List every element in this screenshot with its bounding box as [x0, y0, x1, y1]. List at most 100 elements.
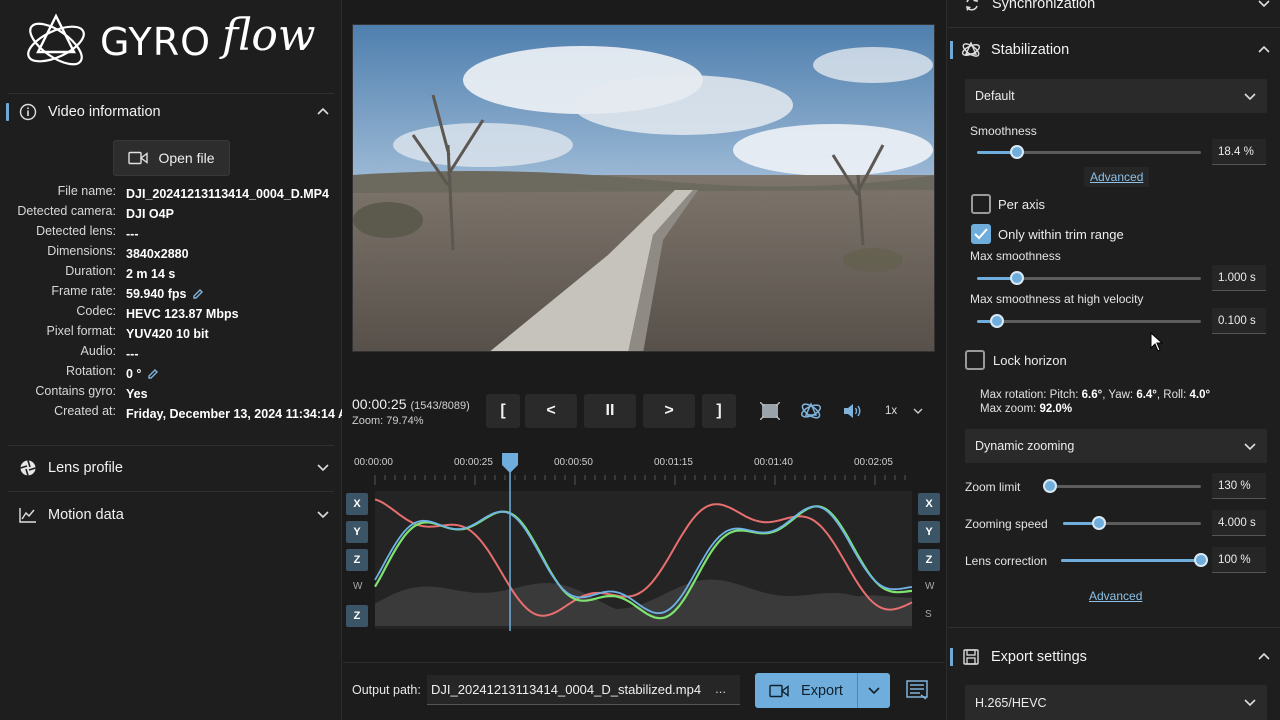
slider-handle[interactable]: [1010, 271, 1025, 285]
output-path-field[interactable]: DJI_20241213113414_0004_D_stabilized.mp4…: [427, 675, 740, 705]
info-value-text: 2 m 14 s: [126, 267, 176, 281]
smoothness-value[interactable]: 18.4 %: [1212, 139, 1266, 165]
gyroflow-logo: GYRO flow: [22, 6, 332, 76]
render-queue-icon[interactable]: [906, 680, 928, 703]
info-value: DJI O4P: [126, 204, 342, 224]
axis-toggle-y[interactable]: Y: [918, 521, 940, 543]
slider-handle[interactable]: [1010, 145, 1025, 159]
chevron-up-icon[interactable]: [1257, 649, 1271, 667]
chevron-down-icon: [868, 686, 880, 694]
export-button[interactable]: Export: [755, 673, 857, 708]
zoom-limit-value[interactable]: 130 %: [1212, 473, 1266, 499]
stabilization-method-select[interactable]: Default: [965, 79, 1267, 113]
trim-start-button[interactable]: [: [486, 394, 520, 428]
max-smoothness-slider[interactable]: [977, 271, 1201, 287]
edit-pencil-icon[interactable]: [147, 368, 159, 380]
export-label: Export: [801, 682, 843, 699]
timeline-tick-label: 00:00:25: [454, 457, 493, 468]
info-row: Pixel format: YUV420 10 bit: [0, 324, 342, 344]
section-title: Export settings: [991, 649, 1087, 665]
axis-toggle-z[interactable]: Z: [918, 549, 940, 571]
timeline-tick-label: 00:00:00: [354, 457, 393, 468]
axis-toggle-w: W: [925, 581, 935, 592]
section-lens-profile[interactable]: Lens profile: [0, 448, 342, 488]
info-row: Rotation: 0 °: [0, 364, 342, 384]
max-smoothness-hv-value[interactable]: 0.100 s: [1212, 308, 1266, 334]
slider-handle[interactable]: [1042, 479, 1057, 493]
zooming-speed-value[interactable]: 4.000 s: [1212, 510, 1266, 536]
info-value-text: HEVC 123.87 Mbps: [126, 307, 239, 321]
info-key: Frame rate:: [51, 284, 116, 298]
logo-icon: [27, 13, 85, 66]
chevron-down-icon[interactable]: [316, 507, 330, 525]
section-motion-data[interactable]: Motion data: [0, 495, 342, 535]
next-frame-button[interactable]: >: [643, 394, 695, 428]
info-value: Yes: [126, 384, 342, 404]
advanced-link[interactable]: Advanced: [1084, 167, 1150, 187]
axis-toggle-z[interactable]: Z: [346, 605, 368, 627]
timeline[interactable]: 00:00:00 00:00:25 00:00:50 00:01:15 00:01:40…: [343, 441, 945, 641]
trim-range-checkbox[interactable]: [971, 224, 991, 244]
active-indicator: [950, 41, 953, 59]
yaw-value: 6.4°: [1136, 389, 1157, 401]
info-row: Audio: ---: [0, 344, 342, 364]
advanced-link-2[interactable]: Advanced: [1089, 589, 1142, 603]
previous-frame-button[interactable]: <: [525, 394, 577, 428]
lock-horizon-checkbox[interactable]: [965, 350, 985, 370]
axis-toggle-x[interactable]: X: [346, 493, 368, 515]
per-axis-checkbox[interactable]: [971, 194, 991, 214]
open-file-button[interactable]: Open file: [113, 140, 230, 176]
trim-end-button[interactable]: ]: [702, 394, 736, 428]
section-synchronization[interactable]: Synchronization: [947, 0, 1280, 24]
axis-toggle-s: S: [925, 609, 932, 620]
max-rotation-info: Max rotation: Pitch: 6.6°, Yaw: 6.4°, Ro…: [980, 388, 1210, 416]
browse-button[interactable]: ...: [715, 681, 726, 696]
max-zoom-value: 92.0%: [1039, 403, 1073, 415]
lens-correction-value[interactable]: 100 %: [1212, 547, 1266, 573]
playback-speed-select[interactable]: 1x: [875, 398, 935, 424]
max-smoothness-hv-slider[interactable]: [977, 314, 1201, 330]
info-key: Created at:: [54, 404, 116, 418]
video-preview[interactable]: [352, 24, 935, 352]
chevron-up-icon[interactable]: [316, 104, 330, 122]
per-axis-label: Per axis: [998, 197, 1045, 212]
section-video-information[interactable]: Video information: [0, 92, 342, 132]
chevron-down-icon[interactable]: [1257, 0, 1271, 14]
slider-handle[interactable]: [990, 314, 1005, 328]
zooming-speed-slider[interactable]: [1063, 516, 1201, 532]
info-row: Created at: Friday, December 13, 2024 11:…: [0, 404, 342, 424]
info-key: Contains gyro:: [35, 384, 116, 398]
pause-button[interactable]: II: [584, 394, 636, 428]
export-options-button[interactable]: [857, 673, 890, 708]
axis-toggle-z[interactable]: Z: [346, 549, 368, 571]
info-value: ---: [126, 224, 342, 244]
active-indicator: [6, 103, 9, 121]
video-camera-icon: [128, 151, 149, 165]
max-smoothness-value[interactable]: 1.000 s: [1212, 265, 1266, 291]
section-export-settings[interactable]: Export settings: [947, 637, 1280, 677]
chevron-down-icon[interactable]: [316, 460, 330, 478]
slider-handle[interactable]: [1091, 516, 1106, 530]
axis-toggle-x[interactable]: X: [918, 493, 940, 515]
info-value-text: DJI_20241213113414_0004_D.MP4: [126, 187, 329, 201]
codec-select[interactable]: H.265/HEVC: [965, 685, 1267, 720]
gyroflow-toggle-icon[interactable]: [799, 399, 823, 423]
stabilization-overview-icon[interactable]: [758, 399, 782, 423]
zoom-limit-slider[interactable]: [1042, 479, 1201, 495]
edit-pencil-icon[interactable]: [192, 288, 204, 300]
lens-correction-slider[interactable]: [1061, 553, 1208, 569]
slider-handle[interactable]: [1194, 553, 1208, 567]
smoothness-slider[interactable]: [977, 145, 1201, 161]
timeline-tick-label: 00:00:50: [554, 457, 593, 468]
divider: [8, 491, 334, 492]
section-stabilization[interactable]: Stabilization: [947, 30, 1280, 70]
volume-icon[interactable]: [840, 399, 864, 423]
playback-speed-value: 1x: [885, 405, 898, 417]
chevron-up-icon[interactable]: [1257, 42, 1271, 60]
timeline-ruler: [374, 475, 906, 485]
playhead-handle[interactable]: [502, 453, 519, 473]
zooming-mode-select[interactable]: Dynamic zooming: [965, 429, 1267, 463]
checkmark-icon: [974, 228, 988, 240]
axis-toggle-y[interactable]: Y: [346, 521, 368, 543]
selected-value: H.265/HEVC: [975, 695, 1047, 710]
